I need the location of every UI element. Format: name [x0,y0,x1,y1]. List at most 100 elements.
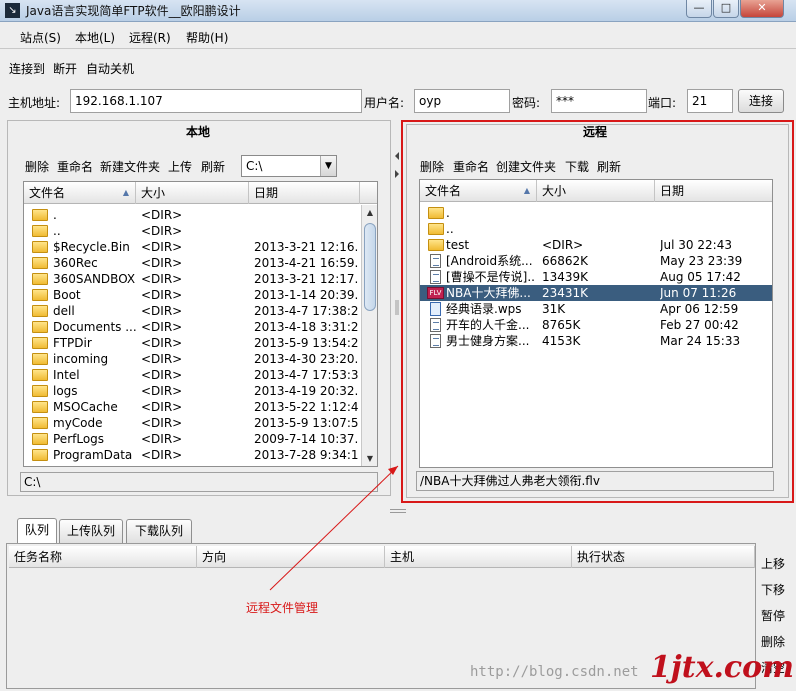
local-cell-date: 2013-4-7 17:38:21 [254,304,358,318]
local-cell-name: incoming [53,352,109,366]
brand-logo: 1jtx.com [650,650,794,685]
connect-to-button[interactable]: 连接到 [9,60,45,77]
local-rename-button[interactable]: 重命名 [57,158,93,175]
menu-site[interactable]: 站点(S) [20,29,61,46]
local-cell-name: logs [53,384,78,398]
local-new-folder-button[interactable]: 新建文件夹 [100,158,160,175]
toolbar: 连接到 断开 自动关机 [0,52,796,82]
local-cell-name: 360Rec [53,256,98,270]
move-down-button[interactable]: 下移 [761,581,785,598]
queue-col-host[interactable]: 主机 [385,546,572,568]
folder-icon [32,225,48,237]
user-input[interactable]: oyp [414,89,510,113]
folder-icon [32,401,48,413]
scroll-down-icon[interactable]: ▼ [362,451,377,466]
local-cell-name: Boot [53,288,81,302]
local-cell-size: <DIR> [141,352,183,366]
tab-download-queue[interactable]: 下载队列 [126,519,192,543]
window-title: Java语言实现简单FTP软件__欧阳鹏设计 [26,4,241,18]
local-file-row[interactable]: ProgramData <DIR> 2013-7-28 9:34:19 [24,447,361,463]
port-input[interactable]: 21 [687,89,733,113]
folder-icon [32,209,48,221]
local-file-row[interactable]: logs <DIR> 2013-4-19 20:32... [24,383,361,399]
local-cell-date: 2009-7-14 10:37... [254,432,358,446]
move-up-button[interactable]: 上移 [761,555,785,572]
local-scroll-thumb[interactable] [364,223,376,311]
connection-bar: 主机地址: 192.168.1.107 用户名: oyp 密码: *** 端口:… [0,86,796,116]
disconnect-button[interactable]: 断开 [53,60,77,77]
local-file-row[interactable]: MSOCache <DIR> 2013-5-22 1:12:43 [24,399,361,415]
menu-help[interactable]: 帮助(H) [186,29,228,46]
local-cell-name: FTPDir [53,336,92,350]
local-col-name[interactable]: 文件名 ▲ [24,182,136,204]
title-bar: ↘ Java语言实现简单FTP软件__欧阳鹏设计 — □ ✕ [0,0,796,22]
local-file-row[interactable]: Intel <DIR> 2013-4-7 17:53:32 [24,367,361,383]
local-cell-date: 2013-4-19 20:32... [254,384,358,398]
annotation-label: 远程文件管理 [246,601,319,615]
local-cell-size: <DIR> [141,272,183,286]
watermark-text: http://blog.csdn.net [470,664,639,680]
auto-shutdown-button[interactable]: 自动关机 [86,60,134,77]
local-cell-date: 2013-3-21 12:17... [254,272,358,286]
folder-icon [32,385,48,397]
local-cell-date: 2013-4-21 16:59... [254,256,358,270]
close-button[interactable]: ✕ [740,0,784,18]
tab-upload-queue[interactable]: 上传队列 [59,519,123,543]
scroll-up-icon[interactable]: ▲ [362,205,377,221]
local-cell-size: <DIR> [141,320,183,334]
pause-button[interactable]: 暂停 [761,607,785,624]
horizontal-splitter[interactable] [390,509,406,513]
minimize-button[interactable]: — [686,0,712,18]
local-file-row[interactable]: FTPDir <DIR> 2013-5-9 13:54:27 [24,335,361,351]
local-delete-button[interactable]: 删除 [25,158,49,175]
menu-remote[interactable]: 远程(R) [129,29,171,46]
panel-splitter[interactable] [393,140,401,470]
local-path-field: C:\ [20,472,378,492]
delete-task-button[interactable]: 删除 [761,633,785,650]
local-cell-size: <DIR> [141,304,183,318]
connect-button[interactable]: 连接 [738,89,784,113]
local-cell-name: . [53,208,57,222]
queue-col-task[interactable]: 任务名称 [9,546,197,568]
local-scrollbar[interactable]: ▲ ▼ [361,205,377,466]
local-cell-date: 2013-4-18 3:31:24 [254,320,358,334]
local-file-row[interactable]: dell <DIR> 2013-4-7 17:38:21 [24,303,361,319]
local-cell-name: MSOCache [53,400,118,414]
local-cell-size: <DIR> [141,368,183,382]
local-file-row[interactable]: Boot <DIR> 2013-1-14 20:39... [24,287,361,303]
local-cell-name: 360SANDBOX [53,272,136,286]
local-file-row[interactable]: . <DIR> [24,207,361,223]
local-upload-button[interactable]: 上传 [168,158,192,175]
menu-local[interactable]: 本地(L) [75,29,115,46]
local-file-row[interactable]: Documents ... <DIR> 2013-4-18 3:31:24 [24,319,361,335]
drive-select[interactable]: C:\ ▼ [241,155,337,177]
remote-highlight-box [401,120,794,503]
local-refresh-button[interactable]: 刷新 [201,158,225,175]
queue-table-header: 任务名称 方向 主机 执行状态 [9,546,755,568]
local-col-date[interactable]: 日期 [249,182,360,204]
host-input[interactable]: 192.168.1.107 [70,89,362,113]
local-file-row[interactable]: $Recycle.Bin <DIR> 2013-3-21 12:16... [24,239,361,255]
local-cell-name: myCode [53,416,103,430]
local-file-row[interactable]: incoming <DIR> 2013-4-30 23:20... [24,351,361,367]
local-file-table: 文件名 ▲ 大小 日期 . <DIR>.. <DIR> $Recycle.Bin <DIR… [23,181,378,467]
queue-col-direction[interactable]: 方向 [197,546,385,568]
local-file-row[interactable]: 360SANDBOX <DIR> 2013-3-21 12:17... [24,271,361,287]
queue-col-status[interactable]: 执行状态 [572,546,755,568]
local-file-row[interactable]: myCode <DIR> 2013-5-9 13:07:50 [24,415,361,431]
local-file-row[interactable]: 360Rec <DIR> 2013-4-21 16:59... [24,255,361,271]
folder-icon [32,353,48,365]
local-file-row[interactable]: PerfLogs <DIR> 2009-7-14 10:37... [24,431,361,447]
menu-bar: 站点(S) 本地(L) 远程(R) 帮助(H) [0,23,796,49]
app-icon: ↘ [5,3,20,18]
local-cell-size: <DIR> [141,448,183,462]
local-cell-date: 2013-5-9 13:54:27 [254,336,358,350]
folder-icon [32,433,48,445]
password-input[interactable]: *** [551,89,647,113]
local-file-row[interactable]: .. <DIR> [24,223,361,239]
maximize-button[interactable]: □ [713,0,739,18]
local-col-size[interactable]: 大小 [136,182,249,204]
folder-icon [32,305,48,317]
chevron-down-icon[interactable]: ▼ [320,156,336,176]
tab-queue[interactable]: 队列 [17,518,57,544]
